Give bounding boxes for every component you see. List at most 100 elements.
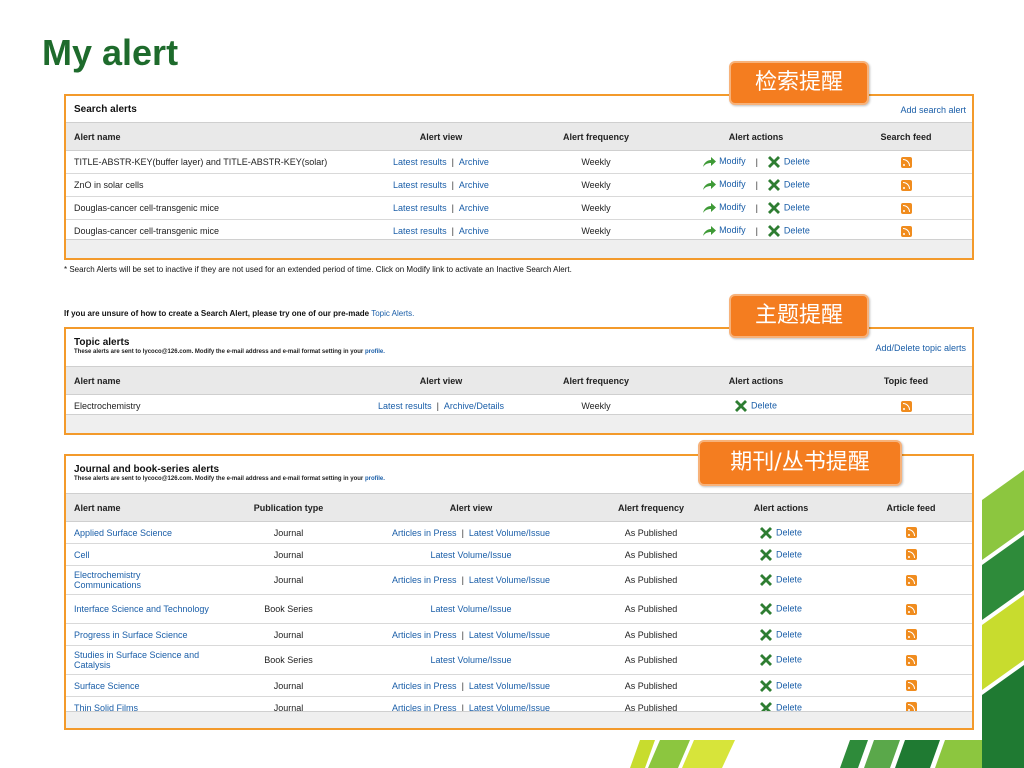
alert-name: TITLE-ABSTR-KEY(buffer layer) and TITLE-… xyxy=(74,157,328,167)
table-cell: Interface Science and Technology xyxy=(66,595,209,623)
articles-in-press-link[interactable]: Articles in Press xyxy=(392,528,457,538)
table-cell: As Published xyxy=(596,675,706,696)
table-cell: Articles in Press | Latest Volume/Issue xyxy=(366,566,576,594)
delete-x-icon xyxy=(767,225,780,237)
modify-button[interactable]: Modify xyxy=(702,202,746,213)
alert-frequency: As Published xyxy=(624,655,678,665)
rss-feed-icon[interactable] xyxy=(900,202,912,214)
journal-name-link[interactable]: Progress in Surface Science xyxy=(74,630,188,640)
journal-name-link[interactable]: Cell xyxy=(74,550,90,560)
inactive-note: * Search Alerts will be set to inactive … xyxy=(64,265,572,274)
delete-label: Delete xyxy=(775,548,802,559)
latest-results-link[interactable]: Latest results xyxy=(393,157,447,167)
latest-results-link[interactable]: Latest results xyxy=(393,226,447,236)
latest-results-link[interactable]: Latest results xyxy=(378,401,432,411)
delete-button[interactable]: Delete xyxy=(759,548,802,561)
alert-frequency: Weekly xyxy=(581,226,611,236)
journal-name-link[interactable]: Applied Surface Science xyxy=(74,528,172,538)
table-cell: ZnO in solar cells xyxy=(66,174,394,196)
delete-button[interactable]: Delete xyxy=(759,603,802,615)
articles-in-press-link[interactable]: Articles in Press xyxy=(392,630,457,640)
latest-volume-issue-link[interactable]: Latest Volume/Issue xyxy=(469,681,550,691)
rss-feed-icon[interactable] xyxy=(905,527,917,538)
rss-feed-icon[interactable] xyxy=(905,574,917,586)
delete-button[interactable]: Delete xyxy=(767,179,810,191)
modify-arrow-icon xyxy=(703,202,717,213)
add-delete-topic-alerts-link[interactable]: Add/Delete topic alerts xyxy=(875,343,966,353)
table-cell: Delete xyxy=(726,646,836,674)
latest-volume-issue-link[interactable]: Latest Volume/Issue xyxy=(430,655,511,665)
journal-name-link[interactable]: Interface Science and Technology xyxy=(74,604,209,614)
page-title: My alert xyxy=(42,32,179,73)
journal-profile-link[interactable]: profile. xyxy=(365,476,385,482)
delete-button[interactable]: Delete xyxy=(759,679,802,692)
articles-in-press-link[interactable]: Articles in Press xyxy=(392,575,457,585)
publication-type: Journal xyxy=(273,549,304,560)
modify-button[interactable]: Modify xyxy=(702,225,746,236)
archive-link[interactable]: Archive xyxy=(459,157,489,167)
delete-x-icon xyxy=(759,574,772,586)
delete-button[interactable]: Delete xyxy=(734,400,777,412)
table-cell: As Published xyxy=(596,595,706,623)
rss-feed-icon[interactable] xyxy=(900,156,912,168)
journal-name-link[interactable]: Studies in Surface Science and Catalysis xyxy=(74,650,209,670)
latest-results-link[interactable]: Latest results xyxy=(393,203,447,213)
latest-volume-issue-link[interactable]: Latest Volume/Issue xyxy=(430,604,511,614)
topic-profile-link[interactable]: profile. xyxy=(365,349,385,355)
delete-button[interactable]: Delete xyxy=(759,574,802,586)
rss-feed-icon[interactable] xyxy=(905,680,917,691)
delete-button[interactable]: Delete xyxy=(767,202,810,214)
journal-name-link[interactable]: Electrochemistry Communications xyxy=(74,570,209,590)
journal-name-link[interactable]: Surface Science xyxy=(74,681,140,691)
rss-feed-icon[interactable] xyxy=(900,400,912,412)
archive-link[interactable]: Archive xyxy=(459,203,489,213)
rss-feed-icon[interactable] xyxy=(900,225,912,237)
alert-frequency: Weekly xyxy=(581,401,611,411)
delete-button[interactable]: Delete xyxy=(767,156,810,168)
archive-link[interactable]: Archive xyxy=(459,226,489,236)
publication-type: Journal xyxy=(273,680,304,691)
modify-arrow-icon xyxy=(703,225,717,236)
rss-feed-icon[interactable] xyxy=(900,179,912,191)
publication-type: Book Series xyxy=(264,604,313,614)
modify-button[interactable]: Modify xyxy=(702,179,746,190)
rss-feed-icon[interactable] xyxy=(905,603,917,615)
latest-volume-issue-link[interactable]: Latest Volume/Issue xyxy=(469,528,550,538)
archive-link[interactable]: Archive xyxy=(459,180,489,190)
topic-alerts-link[interactable]: Topic Alerts. xyxy=(371,309,414,318)
delete-button[interactable]: Delete xyxy=(759,526,802,539)
modify-label: Modify xyxy=(719,179,746,190)
table-cell: Progress in Surface Science xyxy=(66,624,209,645)
search-alerts-table: Alert name Alert view Alert frequency Al… xyxy=(66,122,972,243)
column-header: Alert view xyxy=(449,502,493,513)
delete-button[interactable]: Delete xyxy=(759,628,802,641)
latest-volume-issue-link[interactable]: Latest Volume/Issue xyxy=(430,550,511,560)
add-search-alert-link[interactable]: Add search alert xyxy=(900,105,966,115)
column-header: Search feed xyxy=(880,131,932,142)
rss-feed-icon[interactable] xyxy=(905,629,917,640)
modify-button[interactable]: Modify xyxy=(702,156,746,167)
table-cell: Journal xyxy=(236,675,341,696)
table-cell: Journal xyxy=(236,544,341,565)
modify-arrow-icon xyxy=(703,179,717,190)
topic-alerts-subtext-label: These alerts are sent to lycoco@126.com.… xyxy=(74,349,364,355)
archive-details-link[interactable]: Archive/Details xyxy=(444,401,504,411)
table-header-row: Alert name Publication type Alert view A… xyxy=(66,493,972,522)
publication-type: Book Series xyxy=(264,655,313,665)
table-cell: Modify | Delete xyxy=(686,197,826,219)
latest-volume-issue-link[interactable]: Latest Volume/Issue xyxy=(469,575,550,585)
rss-feed-icon[interactable] xyxy=(905,654,917,666)
delete-button[interactable]: Delete xyxy=(759,654,802,666)
modify-label: Modify xyxy=(719,202,746,213)
search-alert-row: TITLE-ABSTR-KEY(buffer layer) and TITLE-… xyxy=(66,151,972,174)
latest-results-link[interactable]: Latest results xyxy=(393,180,447,190)
table-cell xyxy=(856,522,966,543)
articles-in-press-link[interactable]: Articles in Press xyxy=(392,681,457,691)
journal-alert-callout: 期刊/丛书提醒 xyxy=(698,440,902,486)
delete-label: Delete xyxy=(775,603,802,614)
rss-feed-icon[interactable] xyxy=(905,549,917,560)
table-cell: Applied Surface Science xyxy=(66,522,209,543)
journal-alert-row: Electrochemistry Communications Journal Ar… xyxy=(66,566,972,595)
delete-button[interactable]: Delete xyxy=(767,225,810,237)
latest-volume-issue-link[interactable]: Latest Volume/Issue xyxy=(469,630,550,640)
